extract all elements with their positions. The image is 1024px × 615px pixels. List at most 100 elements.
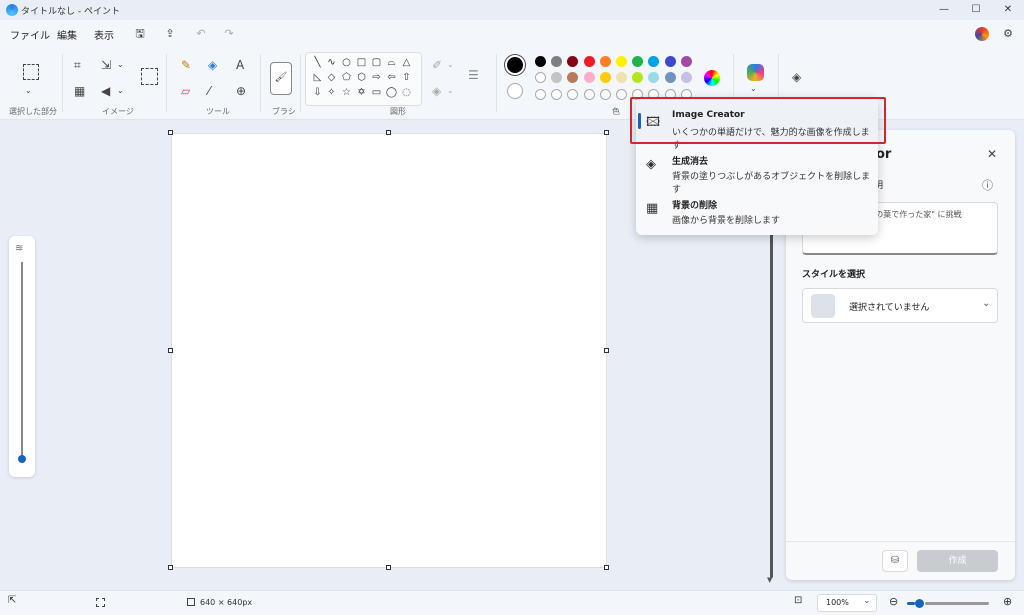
zoom-slider-thumb[interactable] <box>915 599 925 608</box>
magnifier-icon[interactable]: ⊕ <box>236 84 246 98</box>
selection-icon[interactable] <box>23 64 39 80</box>
color-swatch[interactable] <box>551 89 563 100</box>
six-point-star-shape-icon[interactable]: ✡ <box>355 87 368 99</box>
four-point-star-shape-icon[interactable]: ✧ <box>325 87 338 99</box>
chevron-down-icon[interactable]: ⌄ <box>750 82 757 96</box>
menu-file[interactable]: ファイル <box>10 27 50 42</box>
shapes-gallery[interactable]: ╲ ∿ ○ □ ▢ ⌓ △ ◺ ◇ ⬠ ⬡ ⇨ ⇦ ⇧ ⇩ ✧ ☆ ✡ ▭ ◯ … <box>305 52 422 106</box>
image-select-icon[interactable]: ▦ <box>74 84 85 98</box>
callout-rectangle-shape-icon[interactable]: ▭ <box>370 87 383 99</box>
settings-gear-icon[interactable]: ⚙ <box>1000 26 1016 42</box>
color-swatch[interactable] <box>680 72 692 83</box>
secondary-color-swatch[interactable] <box>507 83 523 99</box>
copilot-icon[interactable] <box>747 64 764 81</box>
left-arrow-shape-icon[interactable]: ⇦ <box>385 72 398 84</box>
color-swatch[interactable] <box>599 89 611 100</box>
down-arrow-shape-icon[interactable]: ⇩ <box>311 87 324 99</box>
fill-bucket-icon[interactable]: ◈ <box>208 58 217 72</box>
zoom-in-icon[interactable]: ⊕ <box>1003 595 1012 608</box>
panel-close-button[interactable]: ✕ <box>987 147 997 161</box>
history-icon[interactable]: ⛁ <box>882 550 908 572</box>
maximize-button[interactable]: ☐ <box>960 0 992 20</box>
chevron-down-icon[interactable]: ⌄ <box>117 84 124 98</box>
color-swatch[interactable] <box>632 72 644 83</box>
create-button[interactable]: 作成 <box>917 550 998 572</box>
share-icon[interactable]: ⇪ <box>162 26 178 42</box>
resize-handle[interactable] <box>604 565 609 570</box>
color-swatch[interactable] <box>648 72 660 83</box>
chevron-down-icon[interactable]: ⌄ <box>447 84 454 98</box>
slider-thumb[interactable] <box>18 455 26 463</box>
rounded-rectangle-shape-icon[interactable]: ▢ <box>370 57 383 69</box>
color-swatch[interactable] <box>599 56 611 67</box>
close-window-button[interactable]: ✕ <box>992 0 1024 20</box>
eraser-icon[interactable]: ▱ <box>181 84 190 98</box>
fit-to-window-icon[interactable]: ⊡ <box>794 595 802 606</box>
edit-colors-icon[interactable] <box>704 70 720 86</box>
color-swatch[interactable] <box>535 56 546 67</box>
color-swatch[interactable] <box>583 89 595 100</box>
brush-size-slider[interactable]: ≋ <box>9 236 35 477</box>
curve-shape-icon[interactable]: ∿ <box>325 57 338 69</box>
color-swatch[interactable] <box>632 56 644 67</box>
text-icon[interactable]: A <box>236 58 244 72</box>
color-swatch[interactable] <box>599 72 611 83</box>
minimize-button[interactable]: — <box>928 0 960 20</box>
redo-icon[interactable]: ↷ <box>221 26 237 42</box>
rectangle-shape-icon[interactable]: □ <box>355 57 368 69</box>
resize-handle[interactable] <box>386 130 391 135</box>
triangle-shape-icon[interactable]: △ <box>400 57 413 69</box>
color-swatch[interactable] <box>583 56 595 67</box>
chevron-down-icon[interactable]: ⌄ <box>117 58 124 72</box>
chevron-down-icon[interactable]: ⌄ <box>25 84 32 98</box>
right-arrow-shape-icon[interactable]: ⇨ <box>370 72 383 84</box>
resize-handle[interactable] <box>604 130 609 135</box>
style-dropdown[interactable]: 選択されていません ⌄ <box>802 288 998 323</box>
oval-shape-icon[interactable]: ○ <box>340 57 353 69</box>
resize-icon[interactable]: ⇲ <box>101 58 111 72</box>
color-swatch[interactable] <box>664 56 676 67</box>
color-swatch[interactable] <box>551 72 563 83</box>
up-arrow-shape-icon[interactable]: ⇧ <box>400 72 413 84</box>
save-icon[interactable]: 🖫 <box>132 26 148 42</box>
color-swatch[interactable] <box>567 89 579 100</box>
pencil-icon[interactable]: ✎ <box>181 58 191 72</box>
color-swatch[interactable] <box>664 72 676 83</box>
menu-item-generative-erase[interactable]: ◈ 生成消去 背景の塗りつぶしがあるオブジェクトを削除します <box>636 145 878 195</box>
right-triangle-shape-icon[interactable]: ◺ <box>311 72 324 84</box>
color-swatch[interactable] <box>648 56 660 67</box>
pentagon-shape-icon[interactable]: ⬠ <box>340 72 353 84</box>
line-shape-icon[interactable]: ╲ <box>311 57 324 69</box>
color-swatch[interactable] <box>567 72 579 83</box>
menu-item-remove-background[interactable]: ▦ 背景の削除 画像から背景を削除します <box>636 189 878 231</box>
color-swatch[interactable] <box>583 72 595 83</box>
color-swatch[interactable] <box>680 56 692 67</box>
stroke-size-icon[interactable]: ☰ <box>468 68 479 82</box>
account-avatar-icon[interactable] <box>975 27 989 41</box>
color-swatch[interactable] <box>616 89 627 100</box>
zoom-out-icon[interactable]: ⊖ <box>889 595 898 608</box>
color-swatch[interactable] <box>551 56 563 67</box>
color-swatch[interactable] <box>535 72 546 83</box>
crop-icon[interactable]: ⌗ <box>74 58 81 72</box>
outline-icon[interactable]: ✐ <box>432 58 442 72</box>
brush-icon[interactable]: 🖌 <box>270 62 292 95</box>
resize-handle[interactable] <box>604 348 609 353</box>
color-swatch[interactable] <box>616 56 627 67</box>
color-swatch[interactable] <box>567 56 579 67</box>
primary-color-swatch[interactable] <box>505 55 525 75</box>
zoom-slider[interactable] <box>907 599 989 608</box>
scroll-down-arrow-icon[interactable]: ▼ <box>767 576 772 584</box>
color-swatch[interactable] <box>616 72 627 83</box>
zoom-dropdown[interactable]: 100% ⌄ <box>817 594 877 612</box>
diamond-shape-icon[interactable]: ◇ <box>325 72 338 84</box>
polygon-shape-icon[interactable]: ⌓ <box>385 57 398 69</box>
undo-icon[interactable]: ↶ <box>193 26 209 42</box>
drawing-canvas[interactable] <box>171 133 607 568</box>
callout-oval-shape-icon[interactable]: ◯ <box>385 87 398 99</box>
color-swatch[interactable] <box>535 89 546 100</box>
layers-icon[interactable]: ◈ <box>792 70 801 84</box>
image-fit-icon[interactable] <box>141 68 158 85</box>
fill-icon[interactable]: ◈ <box>432 84 441 98</box>
callout-cloud-shape-icon[interactable]: ◌ <box>400 87 413 99</box>
